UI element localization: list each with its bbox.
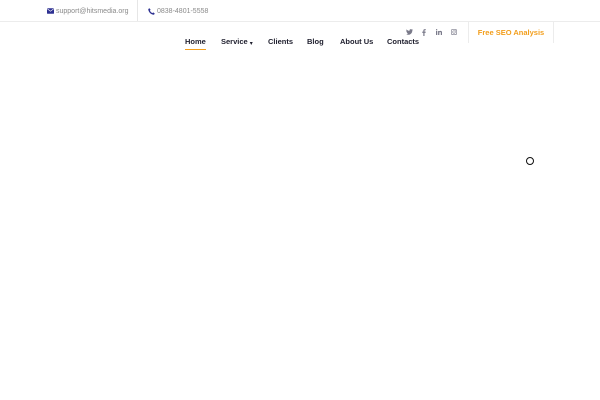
phone-icon (148, 7, 155, 15)
free-seo-analysis-button[interactable]: Free SEO Analysis (469, 27, 553, 39)
page: support@hitsmedia.org 0838-4801-5558 Fre… (0, 0, 600, 400)
linkedin-icon (436, 29, 442, 35)
main-content (0, 55, 600, 400)
email-text: support@hitsmedia.org (56, 7, 129, 15)
nav-item-label: Service (221, 37, 248, 46)
instagram-icon (451, 29, 457, 35)
nav-item-contacts[interactable]: Contacts (387, 37, 419, 49)
nav-item-blog[interactable]: Blog (307, 37, 324, 49)
loading-ring-icon (526, 157, 534, 165)
twitter-icon (405, 29, 413, 35)
phone-text: 0838-4801-5558 (157, 7, 209, 15)
facebook-icon (422, 28, 426, 36)
top-info-bar: support@hitsmedia.org 0838-4801-5558 (0, 0, 600, 22)
instagram-link[interactable] (448, 27, 460, 37)
nav-item-about-us[interactable]: About Us (340, 37, 373, 49)
envelope-icon (47, 8, 54, 14)
topbar-divider (137, 0, 138, 21)
nav-item-home[interactable]: Home (185, 37, 206, 50)
facebook-link[interactable] (418, 27, 430, 37)
phone-link[interactable]: 0838-4801-5558 (148, 5, 208, 17)
nav-item-service[interactable]: Service ▾ (221, 37, 253, 49)
caret-down-icon: ▾ (249, 41, 253, 47)
cta-divider (553, 21, 554, 43)
email-link[interactable]: support@hitsmedia.org (47, 5, 128, 17)
linkedin-link[interactable] (433, 27, 445, 37)
twitter-link[interactable] (403, 27, 415, 37)
nav-item-clients[interactable]: Clients (268, 37, 293, 49)
